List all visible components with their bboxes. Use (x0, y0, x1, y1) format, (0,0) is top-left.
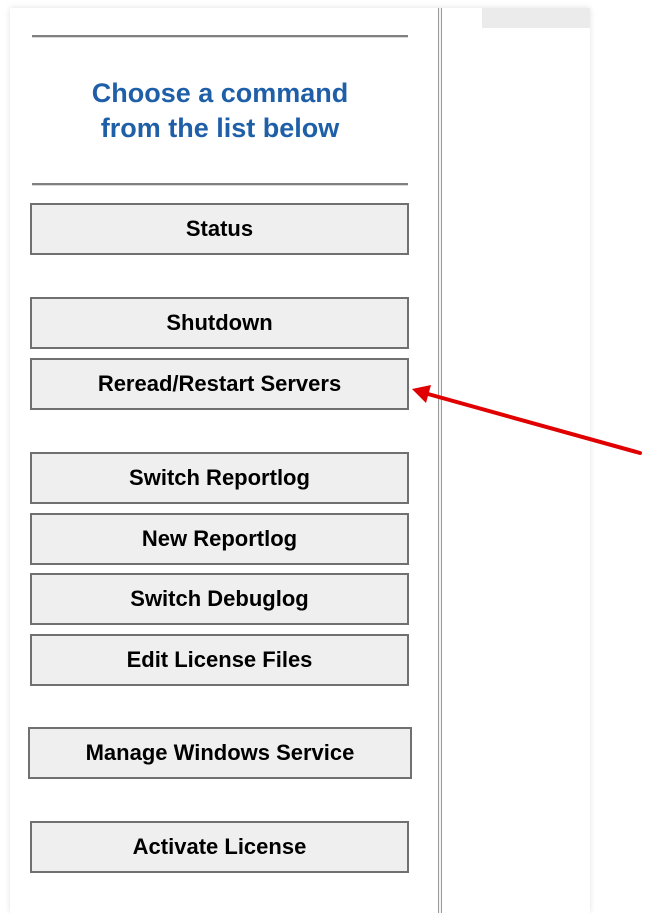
command-sidebar: Choose a command from the list below Sta… (10, 8, 440, 913)
status-button[interactable]: Status (30, 203, 409, 255)
switch-reportlog-button[interactable]: Switch Reportlog (30, 452, 409, 504)
screenshot-stage: Choose a command from the list below Sta… (0, 0, 647, 913)
manage-windows-service-button[interactable]: Manage Windows Service (28, 727, 412, 779)
switch-debuglog-button[interactable]: Switch Debuglog (30, 573, 409, 625)
activate-license-button[interactable]: Activate License (30, 821, 409, 873)
sidebar-title-line2: from the list below (100, 113, 340, 143)
edit-license-files-button[interactable]: Edit License Files (30, 634, 409, 686)
title-bottom-divider (32, 183, 408, 186)
license-admin-page: Choose a command from the list below Sta… (10, 8, 590, 913)
content-frame (442, 8, 590, 913)
content-header-strip (482, 8, 590, 28)
sidebar-title: Choose a command from the list below (32, 76, 408, 146)
shutdown-button[interactable]: Shutdown (30, 297, 409, 349)
sidebar-title-line1: Choose a command (91, 78, 349, 108)
top-divider (32, 35, 408, 38)
new-reportlog-button[interactable]: New Reportlog (30, 513, 409, 565)
reread-restart-servers-button[interactable]: Reread/Restart Servers (30, 358, 409, 410)
